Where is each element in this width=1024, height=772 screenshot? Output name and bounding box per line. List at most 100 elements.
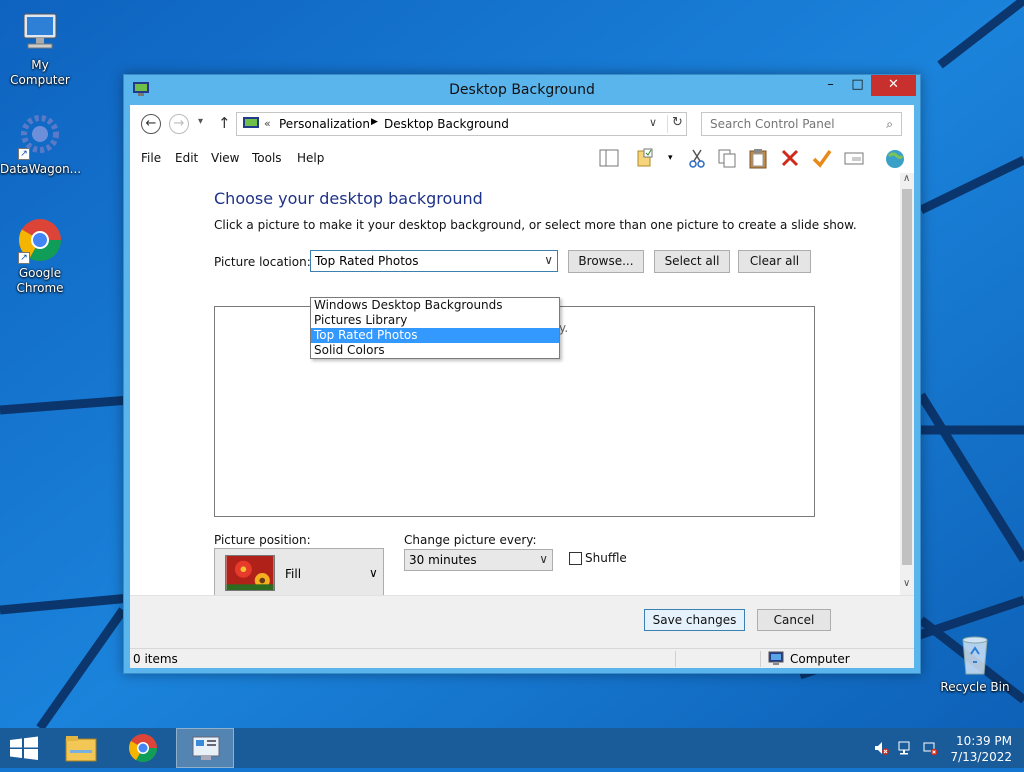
breadcrumb-overflow[interactable]: « xyxy=(264,117,271,130)
shuffle-label[interactable]: Shuffle xyxy=(585,551,627,565)
back-arrow-icon[interactable]: ← xyxy=(141,114,161,134)
copy-icon[interactable] xyxy=(716,147,738,169)
clock-date: 7/13/2022 xyxy=(950,750,1012,764)
menu-help[interactable]: Help xyxy=(297,151,324,165)
menu-edit[interactable]: Edit xyxy=(175,151,198,165)
desktop-background-window: Desktop Background – □ ✕ ← → ▾ ↑ « Perso… xyxy=(123,74,921,674)
dropdown-option-windows-desktop-backgrounds[interactable]: Windows Desktop Backgrounds xyxy=(311,298,559,313)
desktop-icon-recycle-bin[interactable]: Recycle Bin xyxy=(935,630,1015,695)
check-icon[interactable] xyxy=(811,147,833,169)
up-arrow-icon[interactable]: ↑ xyxy=(218,114,231,132)
search-icon[interactable]: ⌕ xyxy=(886,117,893,132)
chrome-icon: ↗ xyxy=(16,216,64,264)
window-title: Desktop Background xyxy=(449,82,595,98)
status-separator xyxy=(760,651,761,667)
picture-location-label: Picture location: xyxy=(214,255,311,269)
desktop-icon-datawagon[interactable]: ↗ DataWagon... xyxy=(0,112,81,177)
desktop-icon-label: My Computer xyxy=(10,58,70,87)
dropdown-option-pictures-library[interactable]: Pictures Library xyxy=(311,313,559,328)
status-bar: 0 items Computer xyxy=(130,648,914,668)
chrome-taskbar-icon[interactable] xyxy=(114,728,172,768)
scroll-up-icon[interactable]: ∧ xyxy=(903,173,910,184)
address-bar[interactable]: « Personalization ▶ Desktop Background ∨… xyxy=(236,112,687,136)
volume-muted-icon[interactable] xyxy=(873,740,889,756)
scrollbar-thumb[interactable] xyxy=(902,189,912,565)
close-button[interactable]: ✕ xyxy=(871,75,916,96)
clock-time: 10:39 PM xyxy=(956,734,1012,748)
chevron-down-icon: ∨ xyxy=(544,253,553,267)
shortcut-arrow-icon: ↗ xyxy=(18,148,30,160)
menu-toolbar-row: File Edit View Tools Help ▾ xyxy=(130,143,914,173)
refresh-icon[interactable]: ↻ xyxy=(667,115,687,133)
page-subtitle: Click a picture to make it your desktop … xyxy=(214,218,857,232)
network-icon[interactable] xyxy=(898,740,914,756)
desktop-icon-google-chrome[interactable]: ↗ Google Chrome xyxy=(0,216,80,296)
properties-icon[interactable] xyxy=(843,147,865,169)
recycle-bin-icon xyxy=(951,630,999,678)
desktop-icon-my-computer[interactable]: My Computer xyxy=(0,8,80,88)
address-row: ← → ▾ ↑ « Personalization ▶ Desktop Back… xyxy=(130,105,914,143)
picture-position-label: Picture position: xyxy=(214,533,311,547)
paste-icon[interactable] xyxy=(747,147,769,169)
file-explorer-icon[interactable] xyxy=(52,728,110,768)
status-separator xyxy=(675,651,676,667)
control-panel-icon xyxy=(243,117,259,128)
cut-icon[interactable] xyxy=(686,147,708,169)
desktop-icon-label: Google Chrome xyxy=(16,266,64,295)
breadcrumb-separator-icon[interactable]: ▶ xyxy=(371,117,378,127)
breadcrumb-desktop-background[interactable]: Desktop Background xyxy=(384,117,509,131)
picture-position-select[interactable]: Fill ∨ xyxy=(214,548,384,598)
maximize-button[interactable]: □ xyxy=(844,75,871,96)
folder-options-dropdown-icon[interactable]: ▾ xyxy=(668,153,673,163)
picture-location-dropdown[interactable]: Windows Desktop Backgrounds Pictures Lib… xyxy=(310,297,560,359)
minimize-button[interactable]: – xyxy=(817,75,844,96)
save-changes-button[interactable]: Save changes xyxy=(644,609,745,631)
dropdown-option-top-rated-photos[interactable]: Top Rated Photos xyxy=(311,328,559,343)
chevron-down-icon: ∨ xyxy=(369,566,378,580)
datawagon-icon: ↗ xyxy=(16,112,64,160)
browse-button[interactable]: Browse... xyxy=(568,250,644,273)
clear-all-button[interactable]: Clear all xyxy=(738,250,811,273)
chevron-down-icon: ∨ xyxy=(539,552,548,566)
breadcrumb-personalization[interactable]: Personalization xyxy=(279,117,370,131)
cancel-button[interactable]: Cancel xyxy=(757,609,831,631)
search-box[interactable]: ⌕ xyxy=(701,112,902,136)
search-input[interactable] xyxy=(708,114,878,134)
title-bar[interactable]: Desktop Background – □ ✕ xyxy=(124,75,920,105)
vertical-scrollbar[interactable]: ∧ ∨ xyxy=(900,173,914,595)
picture-position-value: Fill xyxy=(285,567,302,581)
status-item-count: 0 items xyxy=(133,652,178,666)
control-panel-icon xyxy=(192,736,220,760)
status-location: Computer xyxy=(790,652,850,666)
folder-options-icon[interactable] xyxy=(635,147,657,169)
computer-icon xyxy=(768,651,784,665)
flower-thumbnail-icon xyxy=(225,555,275,591)
shuffle-checkbox[interactable] xyxy=(569,552,582,565)
recent-pages-chevron-icon[interactable]: ▾ xyxy=(198,116,203,127)
taskbar-clock[interactable]: 10:39 PM 7/13/2022 xyxy=(932,733,1012,765)
address-dropdown-icon[interactable]: ∨ xyxy=(649,116,657,129)
dialog-footer: Save changes Cancel xyxy=(130,595,914,648)
select-all-button[interactable]: Select all xyxy=(654,250,730,273)
menu-tools[interactable]: Tools xyxy=(252,151,282,165)
globe-icon[interactable] xyxy=(884,147,906,169)
layout-pane-icon[interactable] xyxy=(598,147,620,169)
picture-list-hint: y. xyxy=(559,321,569,335)
change-picture-every-select[interactable]: 30 minutes ∨ xyxy=(404,549,553,571)
start-button-windows-icon[interactable] xyxy=(0,728,58,768)
change-picture-every-label: Change picture every: xyxy=(404,533,537,547)
page-title: Choose your desktop background xyxy=(214,189,483,208)
forward-arrow-icon[interactable]: → xyxy=(169,114,189,134)
computer-icon xyxy=(16,8,64,56)
delete-icon[interactable] xyxy=(779,147,801,169)
control-panel-taskbar-button[interactable] xyxy=(176,728,234,768)
menu-view[interactable]: View xyxy=(211,151,239,165)
content-panel: Choose your desktop background Click a p… xyxy=(130,173,900,598)
picture-location-select[interactable]: Top Rated Photos ∨ xyxy=(310,250,558,272)
desktop-icon-label: Recycle Bin xyxy=(940,680,1010,694)
menu-file[interactable]: File xyxy=(141,151,161,165)
shortcut-arrow-icon: ↗ xyxy=(18,252,30,264)
dropdown-option-solid-colors[interactable]: Solid Colors xyxy=(311,343,559,358)
change-picture-every-value: 30 minutes xyxy=(409,553,477,567)
scroll-down-icon[interactable]: ∨ xyxy=(903,578,910,589)
